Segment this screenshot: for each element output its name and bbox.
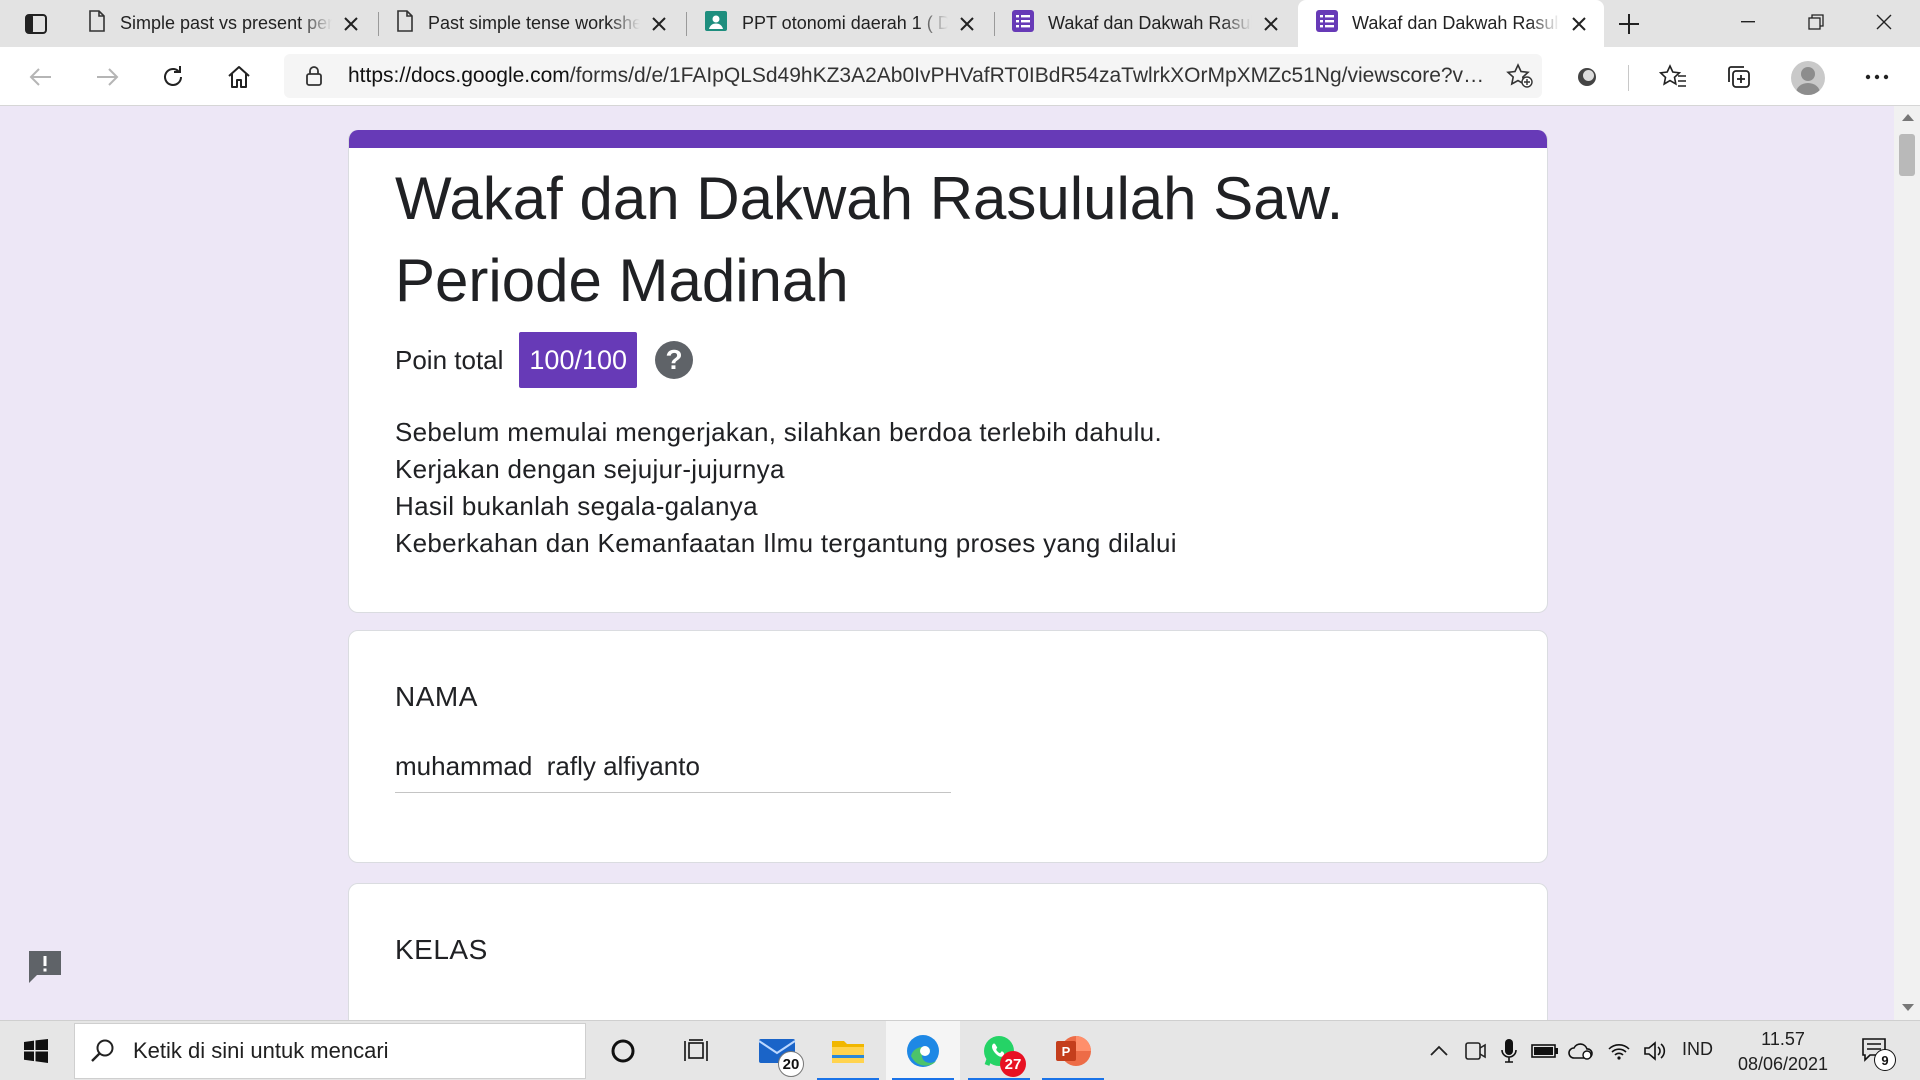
close-tab-icon[interactable] bbox=[648, 13, 670, 35]
forms-icon bbox=[1316, 10, 1338, 37]
form-description: Sebelum memulai mengerjakan, silahkan be… bbox=[395, 414, 1495, 562]
tab-wakaf-active[interactable]: Wakaf dan Dakwah Rasulu bbox=[1298, 0, 1604, 47]
classroom-icon bbox=[704, 10, 728, 37]
minimize-button[interactable] bbox=[1714, 0, 1782, 44]
system-clock[interactable]: 11.57 08/06/2021 bbox=[1732, 1027, 1834, 1077]
address-bar[interactable]: https://docs.google.com/forms/d/e/1FAIpQ… bbox=[284, 54, 1542, 98]
tab-title: Wakaf dan Dakwah Rasulu bbox=[1048, 13, 1252, 33]
powerpoint-icon[interactable]: P bbox=[1036, 1021, 1110, 1080]
meet-now-icon[interactable] bbox=[1460, 1035, 1490, 1067]
forward-button[interactable] bbox=[88, 58, 126, 96]
taskbar-search-box[interactable]: Ketik di sini untuk mencari bbox=[74, 1023, 586, 1079]
start-windows-icon[interactable] bbox=[0, 1021, 72, 1080]
question-title: NAMA bbox=[395, 681, 478, 712]
description-line: Kerjakan dengan sejujur-jujurnya bbox=[395, 454, 785, 484]
show-hidden-icons-chevron-icon[interactable] bbox=[1424, 1035, 1454, 1067]
score-badge: 100/100 bbox=[519, 332, 638, 388]
question-card-kelas: KELAS bbox=[348, 883, 1548, 1020]
windows-taskbar: Ketik di sini untuk mencari 20 27 P IND … bbox=[0, 1020, 1920, 1080]
page-scrollbar[interactable] bbox=[1894, 106, 1920, 1020]
close-tab-icon[interactable] bbox=[1568, 13, 1590, 35]
lock-icon[interactable] bbox=[294, 65, 334, 87]
back-button[interactable] bbox=[22, 58, 60, 96]
battery-icon[interactable] bbox=[1530, 1035, 1560, 1067]
browser-toolbar: https://docs.google.com/forms/d/e/1FAIpQ… bbox=[0, 47, 1920, 106]
close-tab-icon[interactable] bbox=[956, 13, 978, 35]
tab-past-simple[interactable]: Past simple tense workshe bbox=[378, 0, 684, 47]
score-label: Poin total bbox=[395, 344, 504, 375]
wifi-icon[interactable] bbox=[1604, 1035, 1634, 1067]
settings-more-icon[interactable] bbox=[1858, 58, 1896, 96]
description-line: Hasil bukanlah segala-galanya bbox=[395, 491, 758, 521]
scroll-up-icon[interactable] bbox=[1902, 114, 1914, 121]
tab-title: Simple past vs present per bbox=[120, 13, 332, 33]
form-title: Wakaf dan Dakwah Rasululah Saw. Periode … bbox=[395, 165, 1344, 314]
tab-title: Wakaf dan Dakwah Rasulu bbox=[1352, 13, 1560, 33]
clock-time: 11.57 bbox=[1761, 1029, 1805, 1049]
tab-title: PPT otonomi daerah 1 ( D bbox=[742, 13, 948, 33]
url-text[interactable]: https://docs.google.com/forms/d/e/1FAIpQ… bbox=[348, 64, 1488, 88]
svg-text:P: P bbox=[1062, 1044, 1071, 1059]
tab-simple-past[interactable]: Simple past vs present per bbox=[70, 0, 376, 47]
forms-icon bbox=[1012, 10, 1034, 37]
report-feedback-icon[interactable] bbox=[24, 946, 66, 988]
scroll-down-icon[interactable] bbox=[1902, 1004, 1914, 1011]
url-host: https://docs.google.com bbox=[348, 64, 570, 87]
document-icon bbox=[88, 10, 106, 37]
onedrive-sync-icon[interactable] bbox=[1566, 1035, 1596, 1067]
document-icon bbox=[396, 10, 414, 37]
scrollbar-thumb[interactable] bbox=[1899, 134, 1915, 176]
browser-tab-strip: Simple past vs present per Past simple t… bbox=[0, 0, 1920, 47]
new-tab-button[interactable] bbox=[1612, 8, 1646, 40]
answer-field: muhammad rafly alfiyanto bbox=[395, 751, 951, 793]
notification-count-badge: 9 bbox=[1874, 1049, 1896, 1071]
file-explorer-icon[interactable] bbox=[811, 1021, 885, 1080]
close-tab-icon[interactable] bbox=[1260, 13, 1282, 35]
microphone-icon[interactable] bbox=[1494, 1035, 1524, 1067]
help-icon[interactable]: ? bbox=[655, 341, 694, 379]
clock-date: 08/06/2021 bbox=[1737, 1054, 1829, 1074]
cortana-icon[interactable] bbox=[586, 1021, 660, 1080]
mail-badge: 20 bbox=[778, 1051, 804, 1077]
volume-icon[interactable] bbox=[1640, 1035, 1670, 1067]
profile-avatar[interactable] bbox=[1791, 61, 1825, 95]
mail-app-icon[interactable]: 20 bbox=[740, 1021, 814, 1080]
add-favorite-icon[interactable] bbox=[1498, 63, 1542, 89]
tab-wakaf-1[interactable]: Wakaf dan Dakwah Rasulu bbox=[994, 0, 1296, 47]
url-path: /forms/d/e/1FAIpQLSd49hKZ3A2Ab0IvPHVafRT… bbox=[569, 64, 1488, 87]
input-language-indicator[interactable]: IND bbox=[1682, 1039, 1713, 1060]
question-card-nama: NAMA muhammad rafly alfiyanto bbox=[348, 630, 1548, 863]
description-line: Keberkahan dan Kemanfaatan Ilmu tergantu… bbox=[395, 528, 1177, 558]
whatsapp-icon[interactable]: 27 bbox=[962, 1021, 1036, 1080]
task-view-icon[interactable] bbox=[660, 1021, 734, 1080]
collections-icon[interactable] bbox=[1720, 58, 1758, 96]
search-placeholder: Ketik di sini untuk mencari bbox=[133, 1038, 389, 1063]
tab-ppt-otonomi[interactable]: PPT otonomi daerah 1 ( D bbox=[686, 0, 992, 47]
extension-icon[interactable] bbox=[1568, 58, 1606, 96]
favorites-icon[interactable] bbox=[1654, 58, 1692, 96]
score-row: Poin total 100/100 ? bbox=[395, 332, 694, 388]
tab-title: Past simple tense workshe bbox=[428, 13, 640, 33]
close-tab-icon[interactable] bbox=[340, 13, 362, 35]
search-icon bbox=[75, 1038, 131, 1064]
close-window-button[interactable] bbox=[1850, 0, 1918, 44]
action-center-notification-icon[interactable]: 9 bbox=[1856, 1031, 1896, 1071]
home-button[interactable] bbox=[220, 58, 258, 96]
question-title: KELAS bbox=[395, 934, 488, 965]
form-accent-bar bbox=[349, 130, 1547, 148]
edge-browser-icon[interactable] bbox=[886, 1021, 960, 1080]
form-header-card: Wakaf dan Dakwah Rasululah Saw. Periode … bbox=[348, 130, 1548, 613]
whatsapp-badge: 27 bbox=[1000, 1051, 1026, 1077]
refresh-button[interactable] bbox=[154, 58, 192, 96]
tab-actions-menu-icon[interactable] bbox=[14, 9, 58, 39]
restore-button[interactable] bbox=[1782, 0, 1850, 44]
description-line: Sebelum memulai mengerjakan, silahkan be… bbox=[395, 417, 1162, 447]
form-page: Wakaf dan Dakwah Rasululah Saw. Periode … bbox=[0, 106, 1920, 1020]
